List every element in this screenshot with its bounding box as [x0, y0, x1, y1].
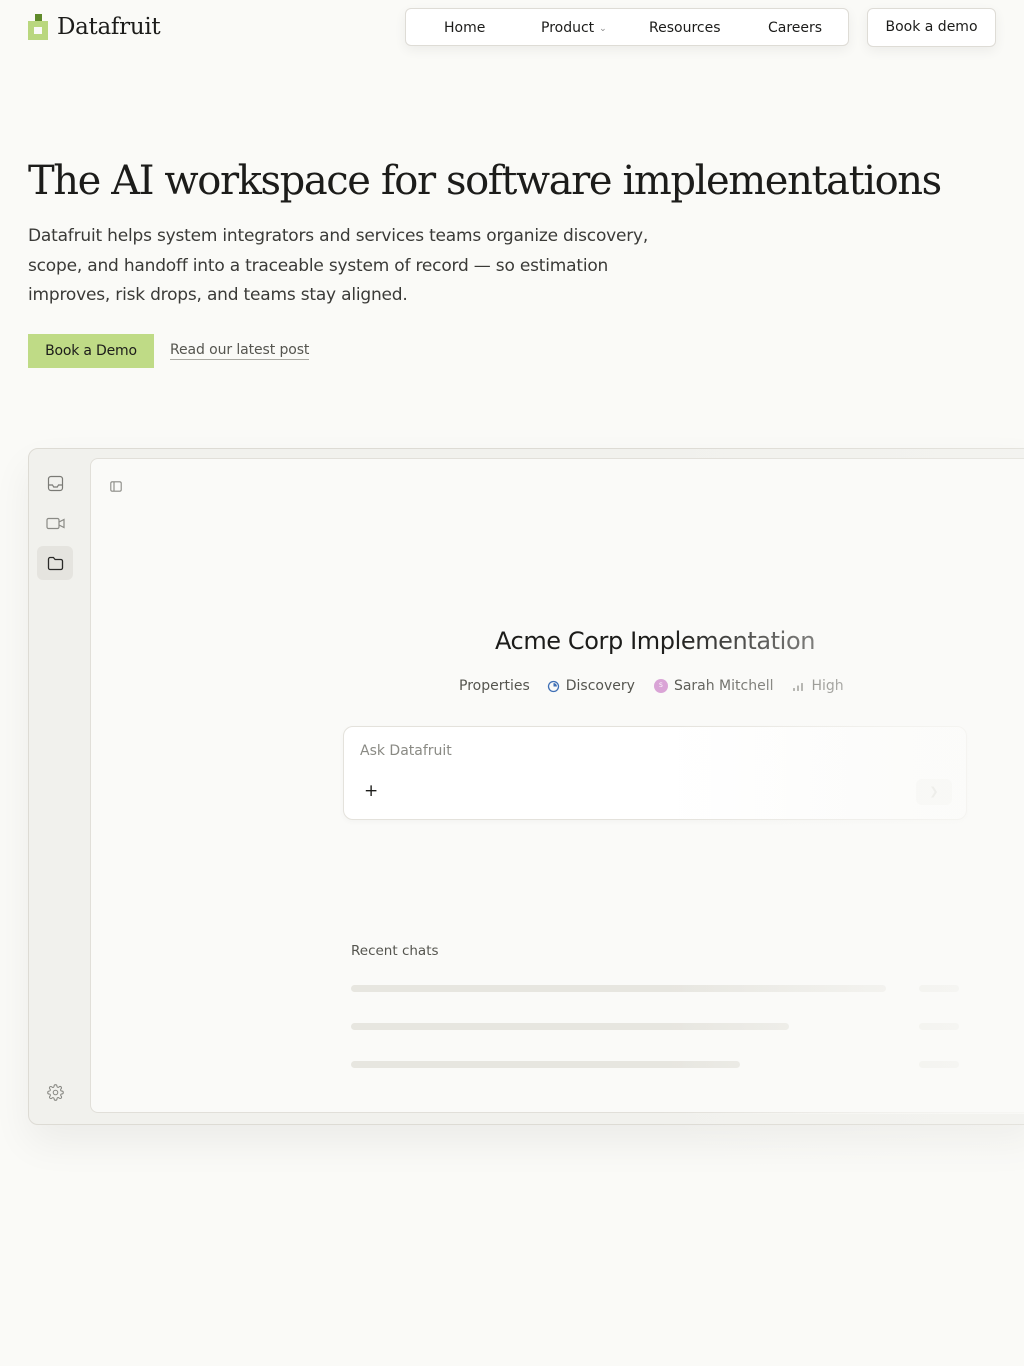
- hero-subtitle: Datafruit helps system integrators and s…: [28, 226, 649, 305]
- project-title: Acme Corp Implementation: [494, 627, 816, 655]
- nav-product[interactable]: Product ⌄: [541, 9, 607, 47]
- app-preview: Acme Corp Implementation Properties Disc…: [28, 448, 1024, 1125]
- avatar: S: [653, 679, 668, 693]
- nav-home[interactable]: Home: [444, 9, 485, 47]
- nav-careers[interactable]: Careers: [768, 9, 822, 47]
- chat-date-placeholder: [919, 1061, 959, 1068]
- book-demo-button[interactable]: Book a Demo: [28, 334, 154, 368]
- add-attachment-button[interactable]: +: [364, 783, 378, 800]
- project-properties: Properties Discovery S Sarah Mitchell Hi…: [459, 678, 863, 694]
- owner-property[interactable]: S Sarah Mitchell: [653, 678, 774, 694]
- chevron-down-icon: ⌄: [599, 24, 607, 34]
- inbox-icon: [47, 475, 63, 491]
- nav-resources[interactable]: Resources: [649, 9, 721, 47]
- arrow-right-icon: ❯: [929, 785, 939, 798]
- rail-settings[interactable]: [37, 1075, 73, 1109]
- brand-name: Datafruit: [57, 14, 161, 40]
- latest-post-link[interactable]: Read our latest post: [170, 342, 309, 360]
- ask-box: + ❯: [343, 726, 967, 820]
- sidebar-toggle-button[interactable]: [110, 477, 124, 492]
- signal-bars-icon: [792, 681, 805, 692]
- main-nav: Home Product ⌄ Resources Careers: [405, 8, 849, 46]
- chat-title-placeholder[interactable]: [351, 1023, 789, 1030]
- status-value: Discovery: [565, 678, 635, 694]
- nav-product-label: Product: [541, 20, 595, 36]
- priority-value: High: [811, 678, 844, 694]
- gear-icon: [46, 1083, 64, 1101]
- video-icon: [45, 517, 65, 529]
- project-panel: Acme Corp Implementation Properties Disc…: [90, 458, 1024, 1114]
- chat-title-placeholder[interactable]: [351, 985, 886, 992]
- chat-date-placeholder: [919, 985, 959, 992]
- status-property[interactable]: Discovery: [547, 678, 635, 694]
- ask-input[interactable]: [360, 743, 880, 759]
- rail-meetings[interactable]: [37, 506, 73, 540]
- owner-value: Sarah Mitchell: [673, 678, 774, 694]
- rail-inbox[interactable]: [37, 466, 73, 500]
- chat-date-placeholder: [919, 1023, 959, 1030]
- book-demo-nav-button[interactable]: Book a demo: [867, 8, 996, 47]
- send-button[interactable]: ❯: [916, 779, 952, 805]
- progress-pie-icon: [547, 680, 560, 693]
- priority-property[interactable]: High: [792, 678, 844, 694]
- brand-logo[interactable]: Datafruit: [28, 14, 161, 40]
- chat-title-placeholder[interactable]: [351, 1061, 740, 1068]
- folder-icon: [47, 556, 63, 570]
- logo-icon: [28, 14, 48, 40]
- rail-projects[interactable]: [37, 546, 73, 580]
- hero-title: The AI workspace for software implementa…: [28, 158, 942, 204]
- recent-chats-heading: Recent chats: [351, 943, 439, 959]
- properties-label: Properties: [459, 678, 530, 694]
- sidebar-toggle-icon: [110, 481, 122, 492]
